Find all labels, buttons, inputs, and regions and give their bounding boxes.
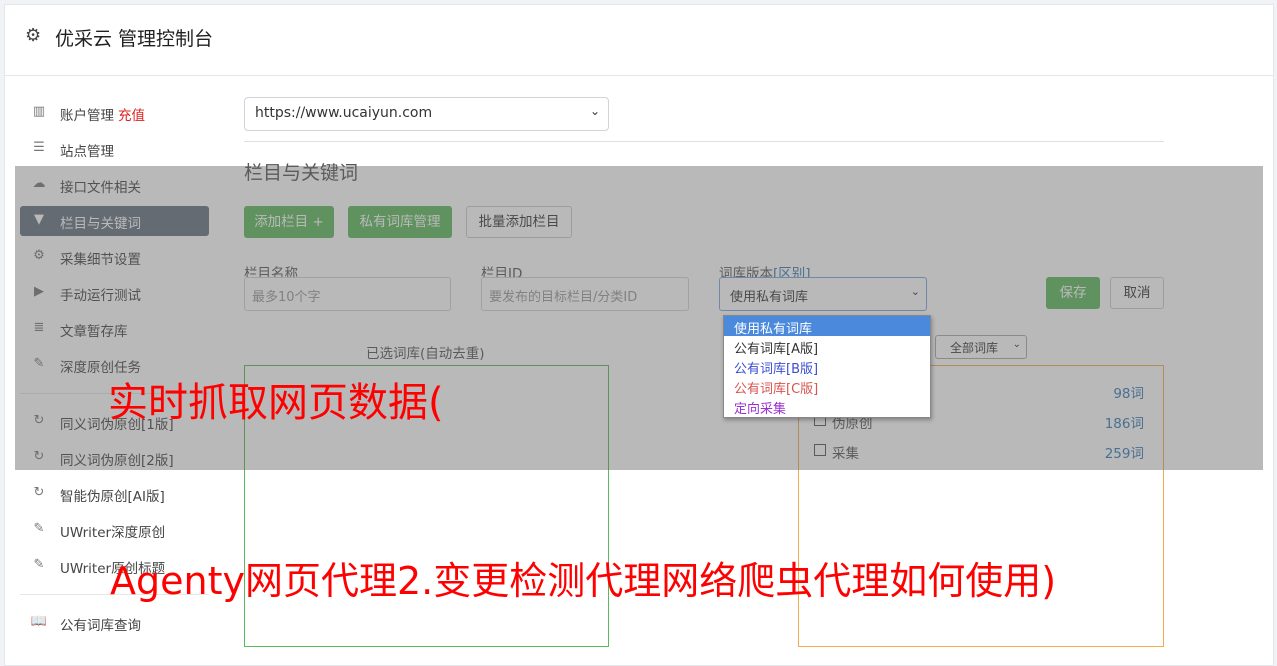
sidebar-item-ai-rewrite[interactable]: ↻ 智能伪原创[AI版]	[20, 479, 209, 509]
sidebar-item-uwriter-deep[interactable]: ✎ UWriter深度原创	[20, 515, 209, 545]
bar-chart-icon: ▥	[32, 104, 46, 119]
sidebar-item-label: UWriter深度原创	[60, 525, 166, 541]
dropdown-option[interactable]: 公有词库[B版]	[724, 356, 930, 377]
sidebar-item-account[interactable]: ▥ 账户管理 充值	[20, 98, 209, 128]
dropdown-option[interactable]: 使用私有词库	[724, 316, 930, 337]
edit-icon: ✎	[33, 557, 45, 572]
dropdown-option[interactable]: 公有词库[C版]	[724, 376, 930, 397]
book-icon: 📖	[30, 614, 48, 629]
header: ⚙ 优采云 管理控制台	[5, 5, 1273, 76]
sidebar-item-sites[interactable]: ☰ 站点管理	[20, 134, 209, 164]
sidebar-item-label: 账户管理	[60, 108, 114, 124]
version-dropdown-list[interactable]: 使用私有词库 公有词库[A版] 公有词库[B版] 公有词库[C版] 定向采集	[723, 315, 931, 418]
divider	[244, 141, 1164, 142]
dropdown-option[interactable]: 公有词库[A版]	[724, 336, 930, 357]
recharge-link[interactable]: 充值	[118, 108, 145, 124]
edit-icon: ✎	[33, 521, 45, 536]
site-select[interactable]: https://www.ucaiyun.com ⌄	[244, 97, 609, 131]
watermark-line-1: 实时抓取网页数据(	[108, 380, 444, 426]
server-icon: ☰	[33, 140, 45, 155]
dropdown-option[interactable]: 定向采集	[724, 396, 930, 417]
refresh-icon: ↻	[33, 485, 45, 500]
gear-icon: ⚙	[25, 25, 42, 46]
sidebar-item-label: 智能伪原创[AI版]	[60, 489, 165, 505]
chevron-down-icon: ⌄	[589, 104, 600, 118]
sidebar-item-label: 站点管理	[60, 144, 114, 160]
sidebar-item-label: 公有词库查询	[60, 618, 141, 634]
page-title: 优采云 管理控制台	[55, 28, 214, 50]
watermark-line-2: Agenty网页代理2.变更检测代理网络爬虫代理如何使用)	[110, 559, 1057, 603]
sidebar-item-public-lib[interactable]: 📖 公有词库查询	[20, 608, 209, 638]
